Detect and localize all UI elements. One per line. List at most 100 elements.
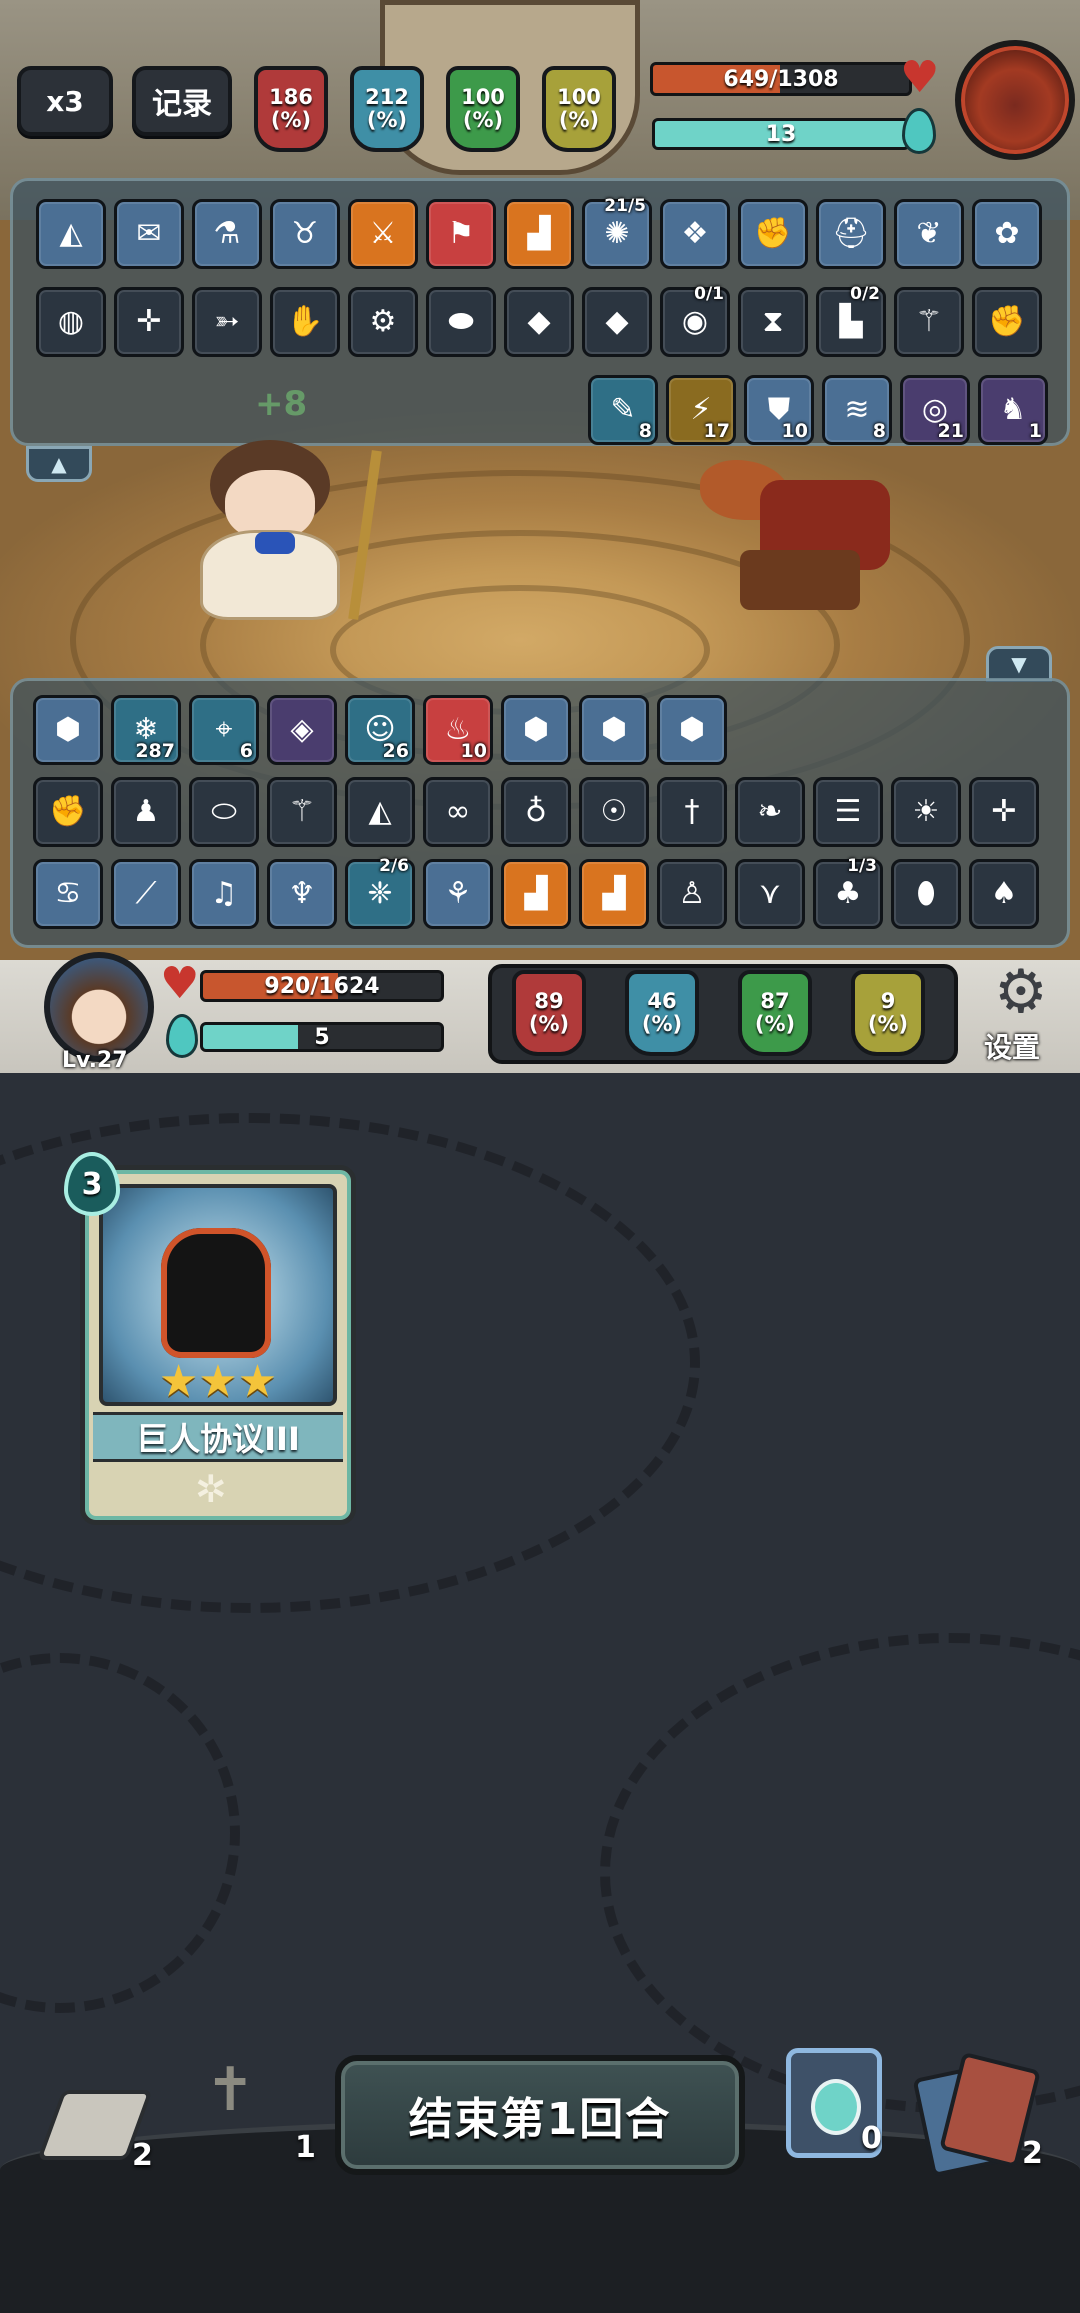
item-slot[interactable]: ♠ [969,859,1039,929]
settings-label: 设置 [984,1031,1041,1064]
item-slot[interactable]: ♟ [111,777,181,847]
rice-ball-icon: ◭ [368,794,392,829]
item-slot[interactable]: ✋ [270,287,340,357]
item-slot[interactable]: ♁ [501,777,571,847]
energy-flame-icon [902,108,936,154]
item-slot[interactable]: ❧ [735,777,805,847]
player-stat-speed: 9 (%) [851,970,925,1056]
discard-pile-button[interactable]: 2 [912,2051,1060,2180]
stat-value: 212 [365,84,409,109]
item-slot[interactable]: ◍ [36,287,106,357]
item-slot[interactable]: ✊ [738,199,808,269]
item-slot[interactable]: ⬢ [501,695,571,765]
player-avatar[interactable] [44,952,154,1062]
item-slot[interactable]: ▙ 0/2 [816,286,886,357]
stat-value: 87 [760,988,790,1013]
item-slot[interactable]: ◆ [582,287,652,357]
item-slot[interactable]: † [657,777,727,847]
item-slot[interactable]: ◭ [36,199,106,269]
item-slot[interactable]: ⚚ [267,777,337,847]
item-slot[interactable]: ⚚ [894,287,964,357]
item-slot[interactable]: ☰ [813,777,883,847]
item-slot[interactable]: ♫ [189,859,259,929]
item-slot[interactable]: ♆ [267,859,337,929]
item-slot[interactable]: ☉ [579,777,649,847]
hand-card[interactable]: ★★★ 巨人协议III ✲ [80,1165,356,1525]
end-turn-button[interactable]: 结束第1回合 [335,2055,745,2175]
item-slot[interactable]: ❄ 287 [111,695,181,765]
item-slot[interactable]: ♞ 1 [978,375,1048,445]
item-slot[interactable]: ☺ 26 [345,695,415,765]
stat-unit: (%) [528,1012,570,1036]
item-slot[interactable]: ❈ 2/6 [345,858,415,929]
collapse-player-panel-button[interactable]: ▼ [986,646,1052,682]
item-slot[interactable]: ⬢ [579,695,649,765]
item-slot[interactable]: ✉ [114,199,184,269]
battle-scene: x3 记录 186 (%) 212 (%) 100 (%) 100 (%) 649/13… [0,0,1080,1073]
item-slot[interactable]: ▟ [579,859,649,929]
item-slot[interactable]: ▟ [504,199,574,269]
item-progress: 0/1 [694,284,724,304]
stat-unit: (%) [558,108,600,132]
item-slot[interactable]: ⚑ [426,199,496,269]
stack-count: 10 [460,740,487,762]
item-slot[interactable]: ⚡ 17 [666,375,736,445]
item-slot[interactable]: ◭ [345,777,415,847]
enemy-hp-bar: 649/1308 [650,62,912,96]
item-slot[interactable]: ♨ 10 [423,695,493,765]
item-slot[interactable]: ⋎ [735,859,805,929]
item-slot[interactable]: ♙ [657,859,727,929]
item-slot[interactable]: ◆ [504,287,574,357]
stat-value: 89 [534,988,564,1013]
item-slot[interactable]: ✎ 8 [588,375,658,445]
item-slot[interactable]: ✛ [969,777,1039,847]
stack-count: 1 [1028,420,1042,442]
enemy-avatar[interactable] [955,40,1075,160]
item-slot[interactable]: ♣ 1/3 [813,858,883,929]
enemy-character-sprite[interactable] [700,440,900,620]
card-cost: 3 [81,1166,103,1202]
item-slot[interactable]: ⬬ [426,287,496,357]
item-slot[interactable]: ❦ [894,199,964,269]
item-slot[interactable]: ≋ 8 [822,375,892,445]
stat-value: 100 [461,84,505,109]
item-slot[interactable]: ⚘ [423,859,493,929]
minotaur-icon: ♉ [291,216,319,251]
item-slot[interactable]: ⛊ 10 [744,375,814,445]
item-slot[interactable]: ⛑ [816,199,886,269]
settings-button[interactable]: ⚙ 设置 [978,962,1070,1068]
item-slot[interactable]: ✺ 21/5 [582,198,652,269]
heart-icon: ♥ [160,958,200,1009]
item-slot[interactable]: ⌖ 6 [189,695,259,765]
item-slot[interactable]: ⬢ [657,695,727,765]
graveyard-button[interactable]: ✝ 1 [185,2050,325,2170]
item-slot[interactable]: ☀ [891,777,961,847]
item-slot[interactable]: ▟ [501,859,571,929]
item-slot[interactable]: ⚗ [192,199,262,269]
item-slot[interactable]: ⟋ [111,859,181,929]
item-slot[interactable]: ♋ [33,859,103,929]
item-slot[interactable]: ⚔ [348,199,418,269]
item-slot[interactable]: ◉ 0/1 [660,284,730,357]
item-slot[interactable]: ✿ [972,199,1042,269]
item-slot[interactable]: ⬮ [891,859,961,929]
item-slot[interactable]: ⬭ [189,777,259,847]
speed-button[interactable]: x3 [17,66,113,136]
item-slot[interactable]: ⬢ [33,695,103,765]
gear-icon: ⚙ [994,957,1048,1027]
item-slot[interactable]: ❖ [660,199,730,269]
item-slot[interactable]: ✊ [33,777,103,847]
item-slot[interactable]: ✛ [114,287,184,357]
item-slot[interactable]: ♉ [270,199,340,269]
item-slot[interactable]: ✊ [972,287,1042,357]
item-slot[interactable]: ◈ [267,695,337,765]
item-slot[interactable]: ➳ [192,287,262,357]
log-button[interactable]: 记录 [132,66,232,136]
item-slot[interactable]: ∞ [423,777,493,847]
item-slot[interactable]: ◎ 21 [900,375,970,445]
item-slot[interactable]: ⚙ [348,287,418,357]
potion-button[interactable]: 0 [786,2048,882,2158]
draw-pile-button[interactable]: 2 [37,2080,160,2180]
item-slot[interactable]: ⧗ [738,287,808,357]
collapse-enemy-panel-button[interactable]: ▲ [26,446,92,482]
